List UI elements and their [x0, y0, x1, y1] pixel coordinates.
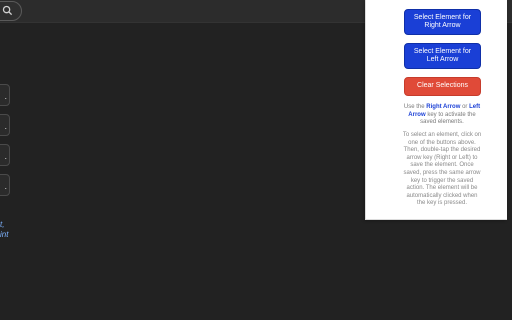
sidebar-item-2[interactable]: .	[0, 114, 10, 136]
right-arrow-key-label: Right Arrow	[426, 104, 461, 110]
partial-link-text: t, int	[0, 220, 8, 240]
partial-text-line-1: t,	[0, 220, 5, 229]
sidebar-item-4[interactable]: .	[0, 174, 10, 196]
clear-selections-button[interactable]: Clear Selections	[404, 77, 481, 96]
select-right-arrow-button[interactable]: Select Element for Right Arrow	[404, 9, 481, 35]
partial-text-line-2: int	[0, 230, 9, 239]
select-left-arrow-button[interactable]: Select Element for Left Arrow	[404, 43, 481, 69]
sidebar-item-1[interactable]: .	[0, 84, 10, 106]
search-box[interactable]	[0, 1, 22, 21]
usage-suffix: key to activate the saved elements.	[420, 111, 476, 126]
extension-popup-panel: Select Element for Right Arrow Select El…	[365, 0, 507, 220]
usage-prefix: Use the	[403, 104, 425, 110]
search-icon[interactable]	[2, 5, 13, 16]
instructions-text: To select an element, click on one of th…	[402, 132, 482, 207]
usage-or: or	[462, 104, 468, 110]
sidebar-item-3[interactable]: .	[0, 144, 10, 166]
usage-hint: Use the Right Arrow or Left Arrow key to…	[402, 104, 482, 127]
